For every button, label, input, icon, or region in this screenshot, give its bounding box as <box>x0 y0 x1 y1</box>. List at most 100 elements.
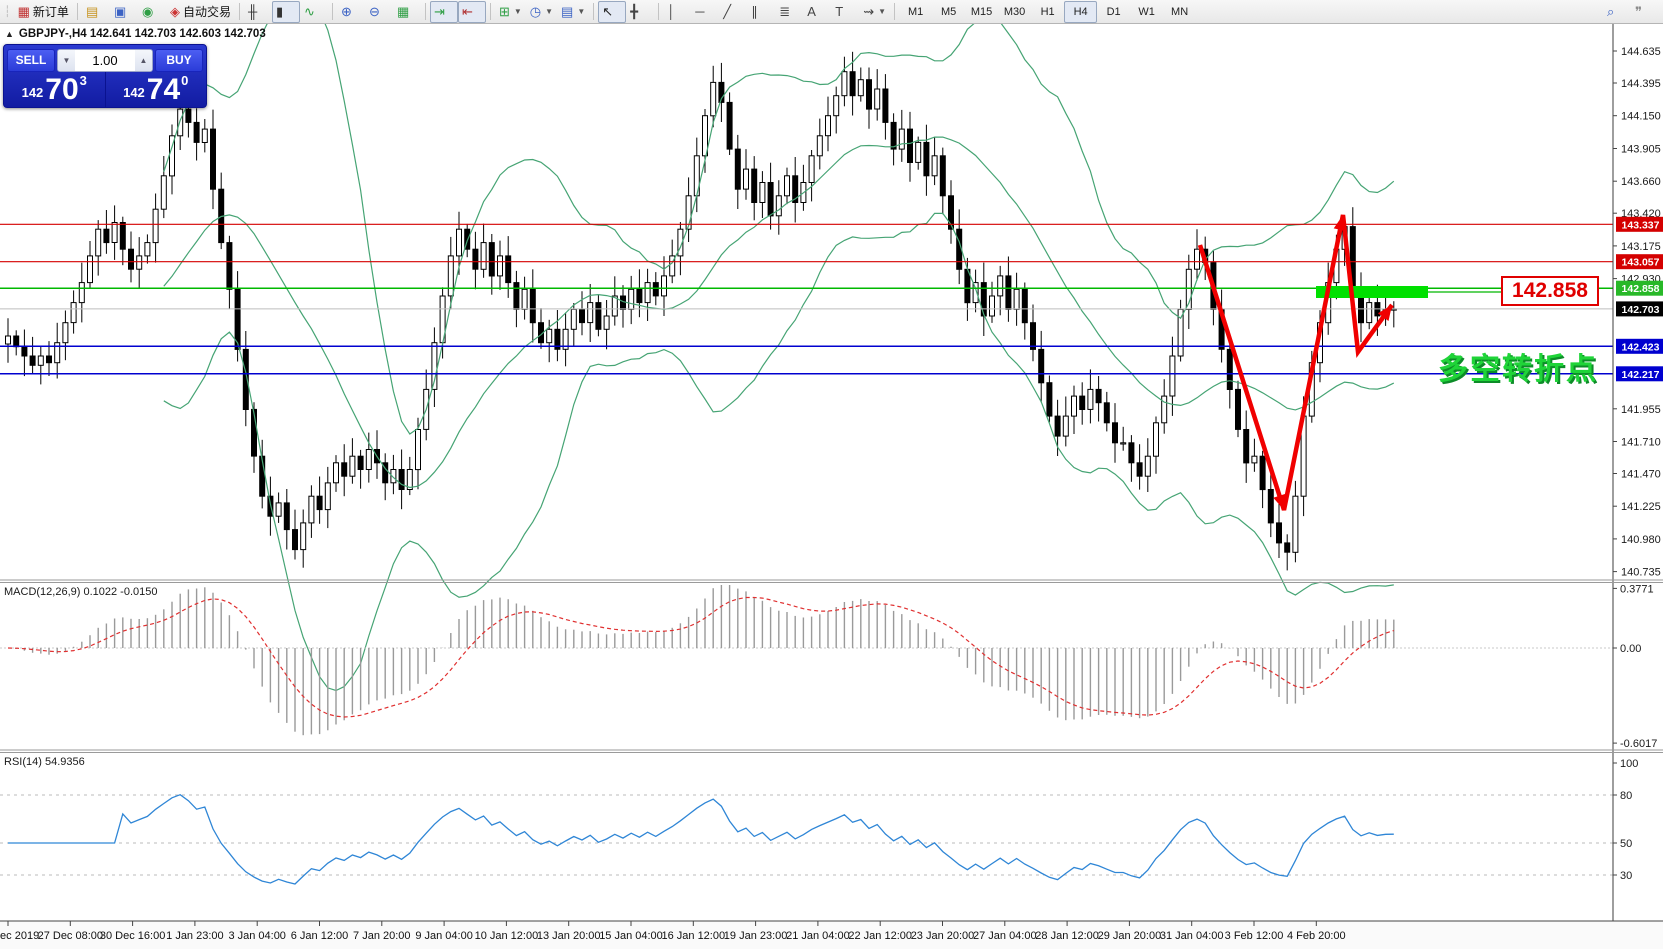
zoom-in-button[interactable]: ⊕ <box>337 1 365 23</box>
chart-canvas[interactable]: 144.635144.395144.150143.905143.660143.4… <box>0 0 1663 949</box>
candlestick-chart-button[interactable]: ▮ <box>272 1 300 23</box>
autotrading-button-label: 自动交易 <box>183 3 231 20</box>
macd-pane <box>0 585 1613 735</box>
chevron-down-icon: ▼ <box>878 7 886 16</box>
templates-button[interactable]: ▤▼ <box>557 1 589 23</box>
line-chart-icon: ∿ <box>304 2 315 22</box>
svg-text:23 Jan 20:00: 23 Jan 20:00 <box>911 930 975 942</box>
equidistant-channel-icon: ∥ <box>751 2 758 22</box>
market-watch-button[interactable]: ▤ <box>82 1 110 23</box>
label-button[interactable]: T <box>831 1 859 23</box>
timeframe-h4-button[interactable]: H4 <box>1064 1 1097 23</box>
chart-shift-button[interactable]: ⇤ <box>458 1 486 23</box>
svg-text:141.470: 141.470 <box>1621 469 1661 481</box>
candlestick-chart-icon: ▮ <box>276 2 283 22</box>
svg-text:16 Jan 12:00: 16 Jan 12:00 <box>661 930 725 942</box>
buy-price-pips: 74 <box>147 76 180 104</box>
data-window-icon: ▣ <box>114 2 126 22</box>
mt4-window: 144.635144.395144.150143.905143.660143.4… <box>0 0 1663 949</box>
tile-windows-button[interactable]: ▦ <box>393 1 421 23</box>
rsi-pane <box>0 795 1613 884</box>
support-zone-bar[interactable] <box>1316 286 1428 298</box>
equidistant-channel-button[interactable]: ∥ <box>747 1 775 23</box>
new-order-button-label: 新订单 <box>33 3 69 20</box>
buy-button[interactable]: BUY <box>155 49 203 72</box>
svg-text:0.3771: 0.3771 <box>1620 583 1654 595</box>
chart-shift-icon: ⇤ <box>462 2 473 22</box>
signals-button[interactable]: ◉ <box>138 1 166 23</box>
svg-text:143.057: 143.057 <box>1622 257 1660 269</box>
timeframe-m15-button[interactable]: M15 <box>965 1 998 23</box>
chat-icon: ❞ <box>1635 2 1642 22</box>
svg-text:15 Jan 04:00: 15 Jan 04:00 <box>599 930 663 942</box>
horizontal-line-button[interactable]: ─ <box>691 1 719 23</box>
timeframe-mn-button[interactable]: MN <box>1163 1 1196 23</box>
svg-text:3 Jan 04:00: 3 Jan 04:00 <box>228 930 286 942</box>
svg-text:7 Jan 20:00: 7 Jan 20:00 <box>353 930 411 942</box>
search-button[interactable]: ⌕ <box>1603 1 1631 23</box>
cursor-button[interactable]: ↖ <box>598 1 626 23</box>
arrows-button[interactable]: ⇝▼ <box>859 1 890 23</box>
timeframe-m1-button[interactable]: M1 <box>899 1 932 23</box>
annotation-note-text[interactable]: 多空转折点 <box>1438 344 1598 388</box>
auto-scroll-button[interactable]: ⇥ <box>430 1 458 23</box>
buy-price[interactable]: 142 74 0 <box>106 72 207 107</box>
new-order-button[interactable]: ▦新订单 <box>14 1 73 23</box>
svg-text:144.150: 144.150 <box>1621 111 1661 123</box>
indicators-button[interactable]: ⊞▼ <box>495 1 526 23</box>
zoom-out-button[interactable]: ⊖ <box>365 1 393 23</box>
svg-text:80: 80 <box>1620 790 1632 802</box>
buy-price-point: 0 <box>181 73 188 88</box>
timeframe-d1-button[interactable]: D1 <box>1097 1 1130 23</box>
zoom-out-icon: ⊖ <box>369 2 380 22</box>
svg-text:1 Jan 23:00: 1 Jan 23:00 <box>166 930 224 942</box>
volume-up-icon[interactable]: ▲ <box>135 50 152 71</box>
bar-chart-icon: ╫ <box>248 2 257 22</box>
time-axis[interactable]: 26 Dec 201927 Dec 08:0030 Dec 16:001 Jan… <box>0 921 1663 949</box>
fibonacci-button[interactable]: ≣ <box>775 1 803 23</box>
horizontal-line-icon: ─ <box>695 2 704 22</box>
toolbar-separator <box>490 3 491 20</box>
cursor-icon: ↖ <box>602 2 613 22</box>
timeframe-w1-button[interactable]: W1 <box>1130 1 1163 23</box>
data-window-button[interactable]: ▣ <box>110 1 138 23</box>
price-alert-box[interactable]: 142.858 <box>1501 276 1599 306</box>
text-button[interactable]: A <box>803 1 831 23</box>
search-icon: ⌕ <box>1607 2 1614 22</box>
one-click-trading-panel: SELL ▼ 1.00 ▲ BUY 142 70 3 142 74 0 <box>3 44 207 108</box>
crosshair-button[interactable]: ╋ <box>626 1 654 23</box>
svg-text:30 Dec 16:00: 30 Dec 16:00 <box>100 930 165 942</box>
periods-button[interactable]: ◷▼ <box>526 1 557 23</box>
vertical-line-button[interactable]: │ <box>663 1 691 23</box>
timeframe-h1-button[interactable]: H1 <box>1031 1 1064 23</box>
svg-text:100: 100 <box>1620 758 1638 770</box>
market-watch-icon: ▤ <box>86 2 98 22</box>
chat-button[interactable]: ❞ <box>1631 1 1659 23</box>
trendline-button[interactable]: ╱ <box>719 1 747 23</box>
svg-text:144.395: 144.395 <box>1621 78 1661 90</box>
main-toolbar: ┆ ▦新订单▤▣◉◈自动交易╫▮∿⊕⊖▦⇥⇤⊞▼◷▼▤▼↖╋│─╱∥≣AT⇝▼ … <box>0 0 1663 24</box>
svg-text:-0.6017: -0.6017 <box>1620 738 1657 750</box>
svg-text:26 Dec 2019: 26 Dec 2019 <box>0 930 39 942</box>
toolbar-separator <box>239 3 240 20</box>
sell-price[interactable]: 142 70 3 <box>4 72 105 107</box>
axes[interactable]: 144.635144.395144.150143.905143.660143.4… <box>0 24 1663 921</box>
toolbar-separator <box>425 3 426 20</box>
svg-text:143.175: 143.175 <box>1621 241 1661 253</box>
collapse-icon[interactable]: ▲ <box>5 29 14 39</box>
timeframe-m5-button[interactable]: M5 <box>932 1 965 23</box>
bar-chart-button[interactable]: ╫ <box>244 1 272 23</box>
timeframe-m30-button[interactable]: M30 <box>998 1 1031 23</box>
templates-icon: ▤ <box>561 2 573 22</box>
sell-price-pips: 70 <box>45 76 78 104</box>
volume-down-icon[interactable]: ▼ <box>58 50 75 71</box>
volume-value[interactable]: 1.00 <box>75 50 135 71</box>
svg-text:141.225: 141.225 <box>1621 501 1661 513</box>
text-icon: A <box>807 2 816 22</box>
sell-button[interactable]: SELL <box>7 49 55 72</box>
svg-text:140.735: 140.735 <box>1621 567 1661 579</box>
line-chart-button[interactable]: ∿ <box>300 1 328 23</box>
svg-text:50: 50 <box>1620 838 1632 850</box>
autotrading-button[interactable]: ◈自动交易 <box>166 1 235 23</box>
chevron-down-icon: ▼ <box>577 7 585 16</box>
